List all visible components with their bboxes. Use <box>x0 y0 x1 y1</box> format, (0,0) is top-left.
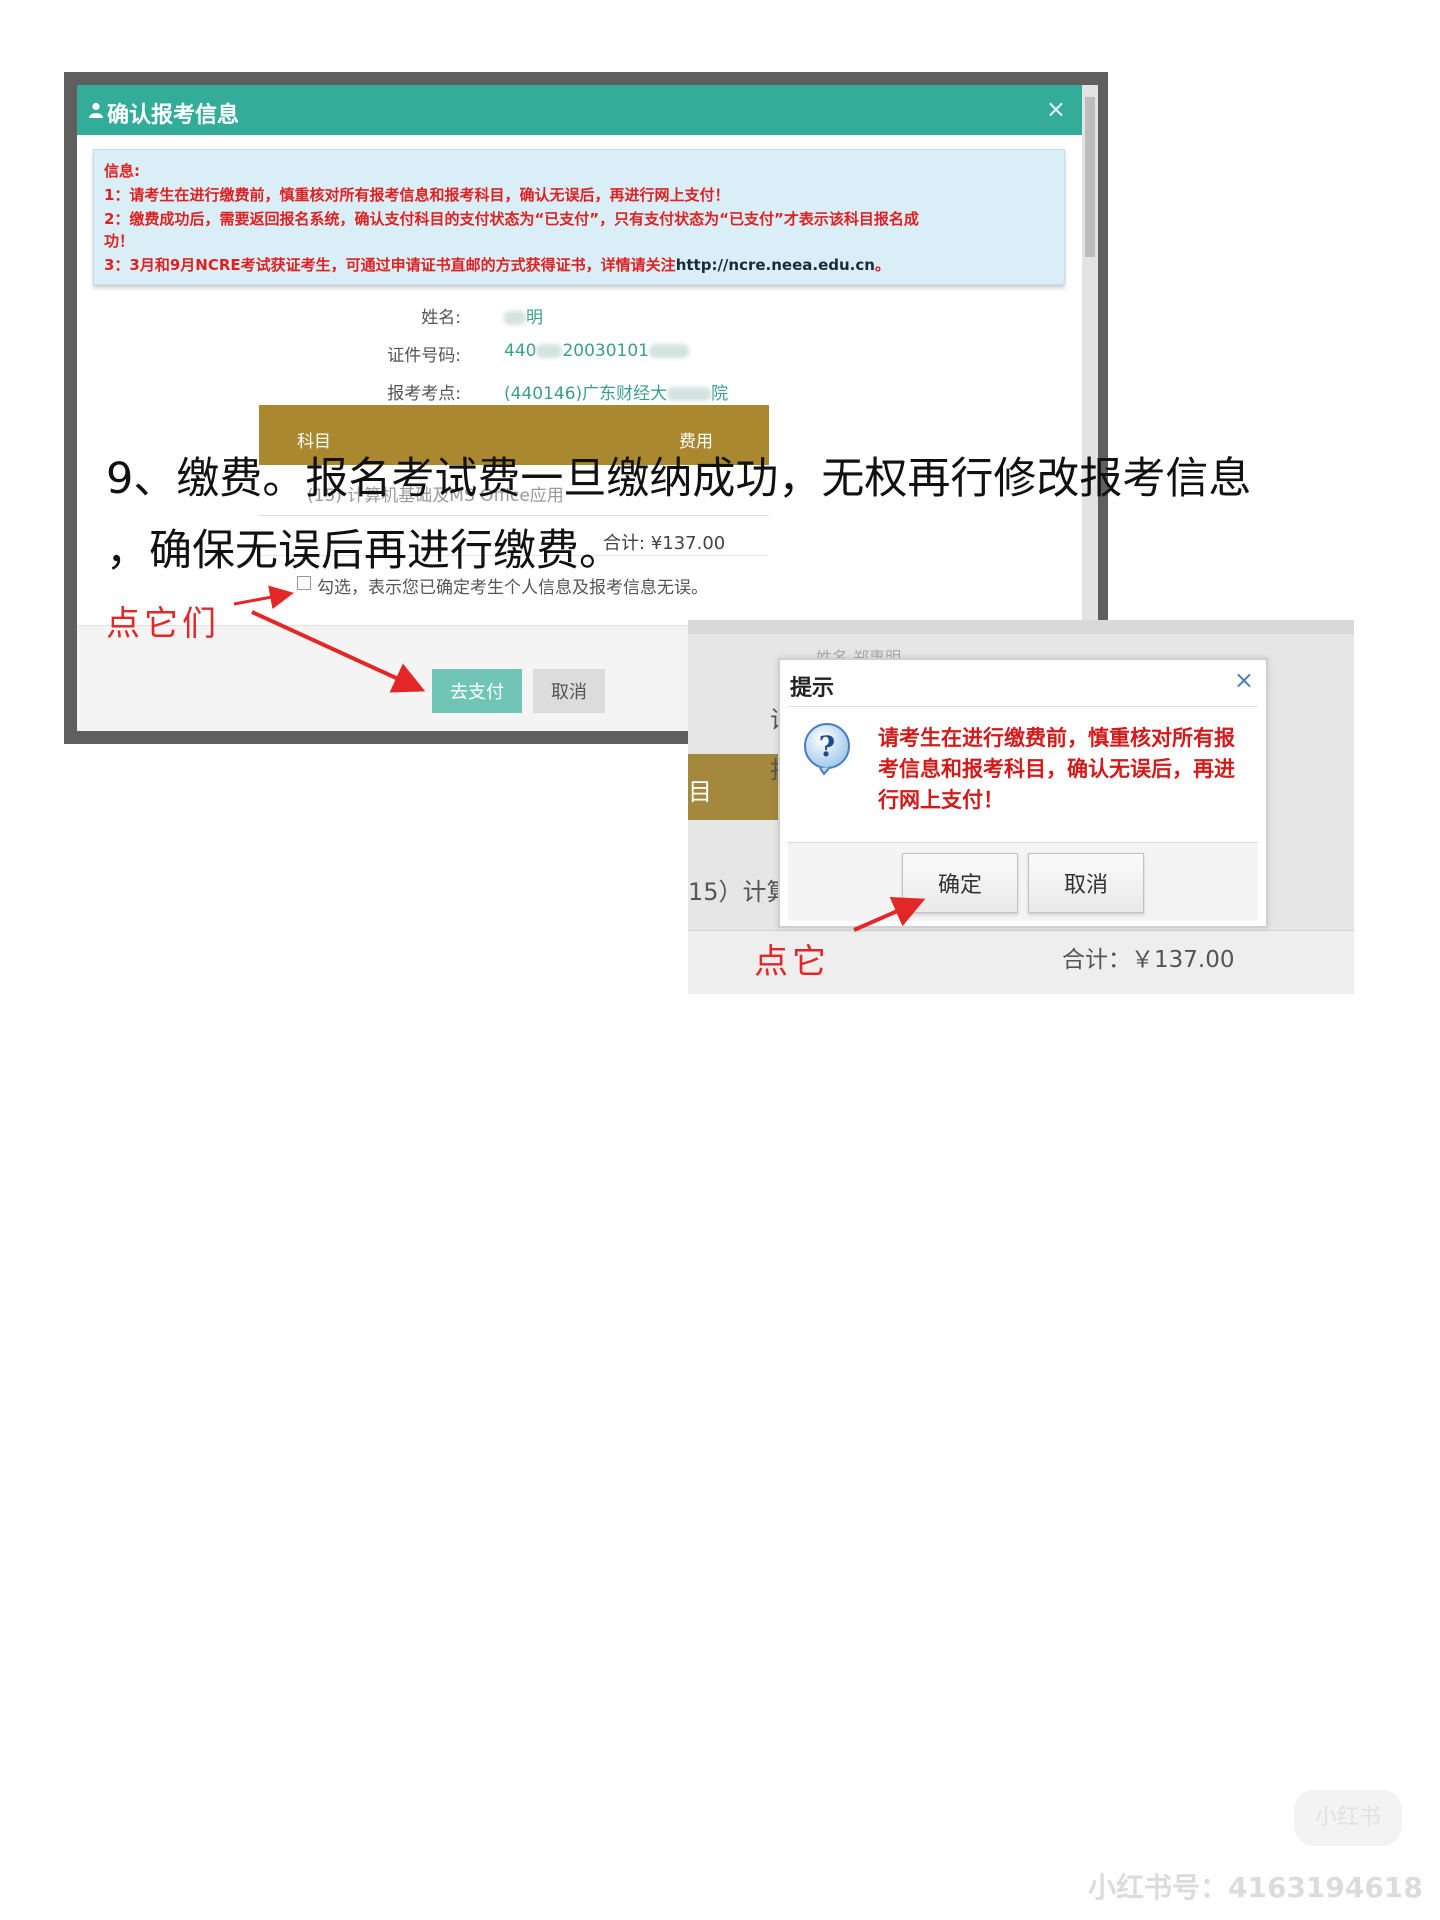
close-icon[interactable]: × <box>1234 666 1254 694</box>
prompt-dialog: 提示 × ? 请考生在进行缴费前，慎重核对所有报 考信息和报考科目，确认无误后，… <box>778 658 1268 928</box>
watermark-account: 小红书号：4163194618 <box>1088 1871 1423 1904</box>
cancel-button[interactable]: 取消 <box>1028 853 1144 913</box>
prompt-title: 提示 <box>790 676 835 701</box>
site-label: 报考考点: <box>387 384 461 404</box>
name-label: 姓名: <box>421 308 461 328</box>
name-text: 明 <box>526 308 543 328</box>
step-heading-line-2: ，确保无误后再进行缴费。 <box>106 526 622 576</box>
info-line-3-suffix: 。 <box>874 256 890 274</box>
id-label: 证件号码: <box>387 346 461 366</box>
ncre-link[interactable]: http://ncre.neea.edu.cn <box>676 256 875 274</box>
annotation-click-them: 点它们 <box>106 604 220 644</box>
user-icon <box>89 102 103 118</box>
name-value: 明 <box>504 303 543 328</box>
annotation-click-it: 点它 <box>754 942 830 982</box>
pay-button[interactable]: 去支付 <box>432 669 522 713</box>
cancel-button[interactable]: 取消 <box>533 669 605 713</box>
question-icon: ? <box>804 723 850 776</box>
prompt-dialog-screenshot: 姓名 郑惠明 目 证 报 15）计算 合计：￥137.00 提示 × ? 请考生… <box>688 620 1354 994</box>
prompt-message-line-1: 请考生在进行缴费前，慎重核对所有报 <box>878 726 1235 750</box>
background-total: 合计：￥137.00 <box>1062 947 1235 973</box>
id-value: 440 20030101 <box>504 341 689 361</box>
info-line-2: 2：缴费成功后，需要返回报名系统，确认支付科目的支付状态为“已支付”，只有支付状… <box>104 210 919 228</box>
dialog-header: 确认报考信息 × <box>77 85 1082 135</box>
divider <box>788 706 1258 707</box>
info-label: 信息: <box>104 162 140 180</box>
background-table-header: 目 <box>688 754 782 820</box>
dialog-title: 确认报考信息 <box>107 103 240 128</box>
background-strip <box>688 620 1354 634</box>
background-row-text: 15）计算 <box>688 878 791 906</box>
redaction-blur <box>536 344 563 358</box>
site-text-end: 院 <box>711 384 729 404</box>
info-line-1: 1：请考生在进行缴费前，慎重核对所有报考信息和报考科目，确认无误后，再进行网上支… <box>104 186 730 204</box>
info-line-3-text: 3：3月和9月NCRE考试获证考生，可通过申请证书直邮的方式获得证书，详情请关注 <box>104 256 676 274</box>
watermark-logo: 小红书 <box>1294 1790 1402 1846</box>
background-col-label: 目 <box>688 778 712 806</box>
prompt-message-line-3: 行网上支付！ <box>878 788 1004 812</box>
id-text-a: 440 <box>504 341 537 361</box>
scrollbar-thumb[interactable] <box>1085 97 1095 257</box>
info-line-3: 3：3月和9月NCRE考试获证考生，可通过申请证书直邮的方式获得证书，详情请关注… <box>104 254 890 275</box>
info-line-2b: 功！ <box>104 232 135 250</box>
prompt-message-line-2: 考信息和报考科目，确认无误后，再进 <box>878 757 1235 781</box>
confirm-button[interactable]: 确定 <box>902 853 1018 913</box>
site-value: (440146)广东财经大 院 <box>504 379 728 404</box>
id-text-b: 20030101 <box>562 341 649 361</box>
info-notice: 信息: 1：请考生在进行缴费前，慎重核对所有报考信息和报考科目，确认无误后，再进… <box>93 149 1065 285</box>
step-heading-line-1: 9、缴费。报名考试费一旦缴纳成功，无权再行修改报考信息 <box>106 454 1252 504</box>
redaction-blur <box>648 344 689 358</box>
redaction-blur <box>504 311 526 325</box>
prompt-footer: 确定 取消 <box>788 842 1258 921</box>
agree-checkbox[interactable] <box>297 576 311 590</box>
site-text: (440146)广东财经大 <box>504 384 668 404</box>
close-icon[interactable]: × <box>1046 95 1066 123</box>
redaction-blur <box>667 387 712 401</box>
svg-text:?: ? <box>819 730 835 763</box>
